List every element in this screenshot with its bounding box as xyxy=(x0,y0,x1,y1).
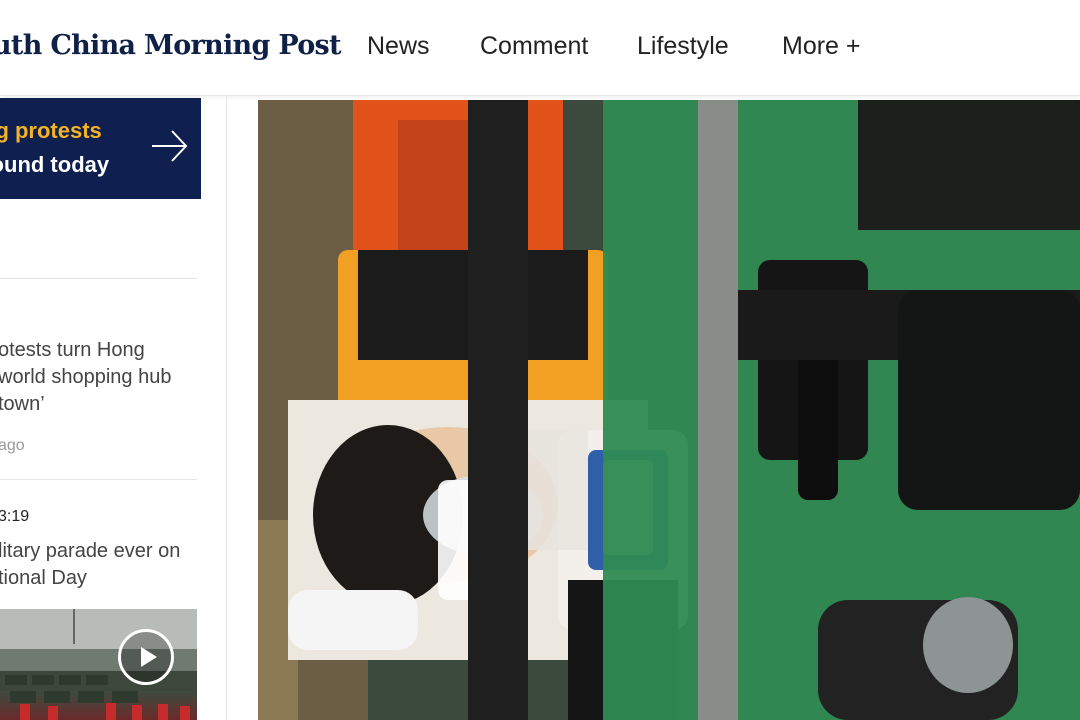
story-title-line[interactable]: tional Day xyxy=(0,565,87,592)
divider xyxy=(0,278,197,279)
story-title-line[interactable]: otests turn Hong xyxy=(0,337,145,364)
nav-news[interactable]: News xyxy=(367,32,430,61)
promo-line-2: round today xyxy=(0,152,110,177)
promo-line-1: ng protests xyxy=(0,118,102,143)
video-thumbnail[interactable] xyxy=(0,609,197,720)
article-hero-image[interactable] xyxy=(258,100,1080,720)
promo-banner[interactable]: ng protests round today xyxy=(0,98,201,199)
divider xyxy=(0,479,197,480)
play-icon xyxy=(141,647,157,667)
nav-more[interactable]: More + xyxy=(782,32,861,61)
story-timestamp: ago xyxy=(0,437,25,454)
sidebar: ng protests round today otests turn Hong… xyxy=(0,95,227,720)
story-time: 3:19 xyxy=(0,508,30,525)
story-title-line[interactable]: litary parade ever on xyxy=(0,538,180,565)
play-button[interactable] xyxy=(118,629,174,685)
arrow-right-icon[interactable] xyxy=(150,128,190,164)
nav-comment[interactable]: Comment xyxy=(480,32,588,61)
site-header: uth China Morning Post News Comment Life… xyxy=(0,0,1080,96)
story-title-line[interactable]: world shopping hub xyxy=(0,364,171,391)
injured-protester-photo xyxy=(258,100,1080,720)
nav-lifestyle[interactable]: Lifestyle xyxy=(637,32,729,61)
story-title-line[interactable]: town’ xyxy=(0,391,45,418)
site-logo[interactable]: uth China Morning Post xyxy=(0,30,342,61)
